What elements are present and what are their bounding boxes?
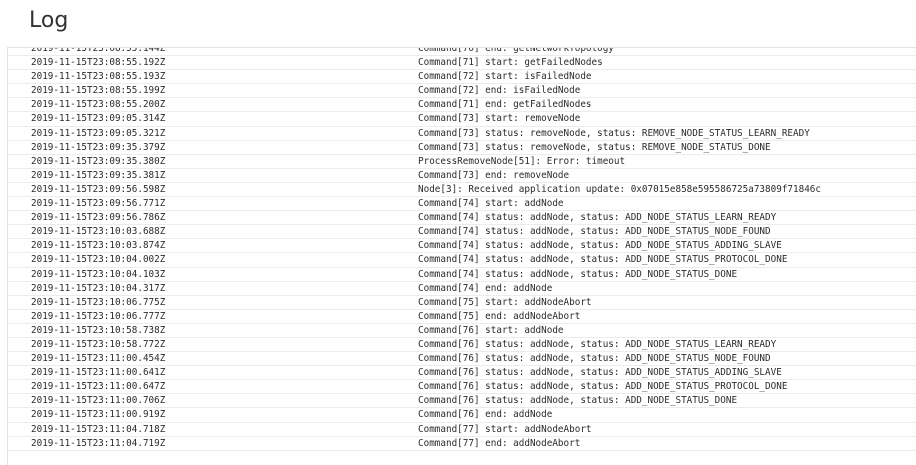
log-entry-message: Command[76] status: addNode, status: ADD…	[418, 353, 771, 365]
log-entry: 2019-11-15T23:11:04.719Z Command[77] end:…	[8, 437, 916, 451]
log-list: 2019-11-15T23:08:55.144Z Command[70] end:…	[8, 47, 916, 451]
log-entry-timestamp: 2019-11-15T23:10:04.317Z	[31, 282, 166, 294]
log-entry: 2019-11-15T23:09:56.786Z Command[74] stat…	[8, 211, 916, 226]
log-entry-message: ProcessRemoveNode[51]: Error: timeout	[418, 155, 626, 167]
log-entry-timestamp: 2019-11-15T23:11:00.647Z	[31, 381, 166, 393]
log-entry-timestamp: 2019-11-15T23:09:05.321Z	[31, 127, 166, 139]
log-entry-message: Command[76] status: addNode, status: ADD…	[418, 395, 738, 407]
log-entry: 2019-11-15T23:10:03.874Z Command[74] stat…	[8, 239, 916, 254]
log-entry-timestamp: 2019-11-15T23:11:00.454Z	[31, 353, 166, 365]
log-entry: 2019-11-15T23:08:55.193Z Command[72] star…	[8, 70, 916, 85]
log-entry-message: Command[75] start: addNodeAbort	[418, 296, 592, 308]
log-entry: 2019-11-15T23:10:04.317Z Command[74] end:…	[8, 282, 916, 296]
log-entry: 2019-11-15T23:11:00.919Z Command[76] end:…	[8, 408, 916, 423]
log-entry: 2019-11-15T23:09:35.381Z Command[73] end:…	[8, 169, 916, 183]
log-entry-timestamp: 2019-11-15T23:10:06.777Z	[31, 310, 166, 322]
page-title: Log	[29, 8, 69, 33]
log-entry-timestamp: 2019-11-15T23:09:35.381Z	[31, 169, 166, 181]
log-entry-message: Command[76] status: addNode, status: ADD…	[418, 367, 782, 379]
log-entry: 2019-11-15T23:08:55.200Z Command[71] end:…	[8, 98, 916, 113]
log-entry-message: Command[76] end: addNode	[418, 409, 553, 421]
log-entry: 2019-11-15T23:10:58.772Z Command[76] stat…	[8, 338, 916, 353]
log-entry: 2019-11-15T23:09:56.598Z Node[3]: Receive…	[8, 183, 916, 198]
log-entry-timestamp: 2019-11-15T23:10:03.688Z	[31, 226, 166, 238]
log-entry-message: Command[74] status: addNode, status: ADD…	[418, 268, 738, 280]
log-entry-timestamp: 2019-11-15T23:08:55.144Z	[31, 47, 166, 54]
log-entry-message: Command[73] status: removeNode, status: …	[418, 141, 771, 153]
log-entry-timestamp: 2019-11-15T23:10:03.874Z	[31, 240, 166, 252]
log-entry: 2019-11-15T23:10:04.103Z Command[74] stat…	[8, 268, 916, 282]
log-entry: 2019-11-15T23:09:05.321Z Command[73] stat…	[8, 127, 916, 141]
log-entry-message: Command[75] end: addNodeAbort	[418, 310, 581, 322]
log-entry: 2019-11-15T23:09:56.771Z Command[74] star…	[8, 197, 916, 212]
log-entry: 2019-11-15T23:11:00.706Z Command[76] stat…	[8, 394, 916, 409]
log-entry-timestamp: 2019-11-15T23:08:55.199Z	[31, 85, 166, 97]
log-entry-timestamp: 2019-11-15T23:11:00.919Z	[31, 409, 166, 421]
log-entry-message: Command[73] end: removeNode	[418, 169, 570, 181]
log-entry-message: Command[73] status: removeNode, status: …	[418, 127, 810, 139]
log-entry-message: Node[3]: Received application update: 0x…	[418, 183, 821, 195]
log-entry-message: Command[77] end: addNodeAbort	[418, 437, 581, 449]
log-entry-message: Command[74] status: addNode, status: ADD…	[418, 254, 788, 266]
log-entry-message: Command[74] end: addNode	[418, 282, 553, 294]
log-entry-timestamp: 2019-11-15T23:09:56.786Z	[31, 212, 166, 224]
log-entry-timestamp: 2019-11-15T23:08:55.193Z	[31, 71, 166, 83]
log-entry: 2019-11-15T23:11:00.641Z Command[76] stat…	[8, 366, 916, 381]
log-entry-timestamp: 2019-11-15T23:09:35.379Z	[31, 141, 166, 153]
log-entry-timestamp: 2019-11-15T23:10:06.775Z	[31, 296, 166, 308]
log-entry-message: Command[74] status: addNode, status: ADD…	[418, 226, 771, 238]
log-entry: 2019-11-15T23:10:06.777Z Command[75] end:…	[8, 310, 916, 324]
log-entry-timestamp: 2019-11-15T23:11:04.718Z	[31, 423, 166, 435]
log-entry-message: Command[73] start: removeNode	[418, 113, 581, 125]
log-entry-timestamp: 2019-11-15T23:10:58.772Z	[31, 338, 166, 350]
log-entry: 2019-11-15T23:08:55.144Z Command[70] end:…	[8, 47, 916, 57]
log-entry-timestamp: 2019-11-15T23:11:00.706Z	[31, 395, 166, 407]
log-entry-message: Command[70] end: getNetworkTopology	[418, 47, 614, 54]
log-entry-message: Command[72] start: isFailedNode	[418, 71, 592, 83]
log-entry-timestamp: 2019-11-15T23:09:35.380Z	[31, 155, 166, 167]
log-entry: 2019-11-15T23:11:04.718Z Command[77] star…	[8, 423, 916, 437]
log-entry-message: Command[76] status: addNode, status: ADD…	[418, 381, 788, 393]
log-entry: 2019-11-15T23:10:06.775Z Command[75] star…	[8, 296, 916, 310]
log-entry-message: Command[76] status: addNode, status: ADD…	[418, 338, 777, 350]
log-entry-message: Command[72] end: isFailedNode	[418, 85, 581, 97]
log-entry-timestamp: 2019-11-15T23:09:56.598Z	[31, 183, 166, 195]
log-entry-message: Command[74] status: addNode, status: ADD…	[418, 212, 777, 224]
log-entry: 2019-11-15T23:08:55.199Z Command[72] end:…	[8, 84, 916, 99]
log-entry-timestamp: 2019-11-15T23:11:00.641Z	[31, 367, 166, 379]
log-entry-timestamp: 2019-11-15T23:08:55.200Z	[31, 99, 166, 111]
log-entry-message: Command[77] start: addNodeAbort	[418, 423, 592, 435]
log-entry-timestamp: 2019-11-15T23:10:58.738Z	[31, 324, 166, 336]
log-entry: 2019-11-15T23:11:00.647Z Command[76] stat…	[8, 380, 916, 395]
log-entry: 2019-11-15T23:11:00.454Z Command[76] stat…	[8, 352, 916, 367]
log-entry: 2019-11-15T23:09:35.379Z Command[73] stat…	[8, 141, 916, 155]
log-entry: 2019-11-15T23:10:04.002Z Command[74] stat…	[8, 253, 916, 268]
log-panel[interactable]: 2019-11-15T23:08:55.144Z Command[70] end:…	[7, 47, 916, 465]
log-entry-timestamp: 2019-11-15T23:09:05.314Z	[31, 113, 166, 125]
log-entry: 2019-11-15T23:08:55.192Z Command[71] star…	[8, 56, 916, 71]
log-entry-timestamp: 2019-11-15T23:10:04.103Z	[31, 268, 166, 280]
log-entry-message: Command[74] start: addNode	[418, 198, 564, 210]
log-entry: 2019-11-15T23:10:58.738Z Command[76] star…	[8, 324, 916, 338]
log-entry-message: Command[76] start: addNode	[418, 324, 564, 336]
log-entry-timestamp: 2019-11-15T23:09:56.771Z	[31, 198, 166, 210]
log-entry-message: Command[71] start: getFailedNodes	[418, 57, 603, 69]
log-entry: 2019-11-15T23:09:35.380Z ProcessRemoveNod…	[8, 155, 916, 169]
log-entry: 2019-11-15T23:09:05.314Z Command[73] star…	[8, 112, 916, 127]
log-entry-timestamp: 2019-11-15T23:08:55.192Z	[31, 57, 166, 69]
log-entry-timestamp: 2019-11-15T23:10:04.002Z	[31, 254, 166, 266]
log-entry: 2019-11-15T23:10:03.688Z Command[74] stat…	[8, 225, 916, 240]
log-entry-message: Command[71] end: getFailedNodes	[418, 99, 592, 111]
log-entry-timestamp: 2019-11-15T23:11:04.719Z	[31, 437, 166, 449]
log-entry-message: Command[74] status: addNode, status: ADD…	[418, 240, 782, 252]
